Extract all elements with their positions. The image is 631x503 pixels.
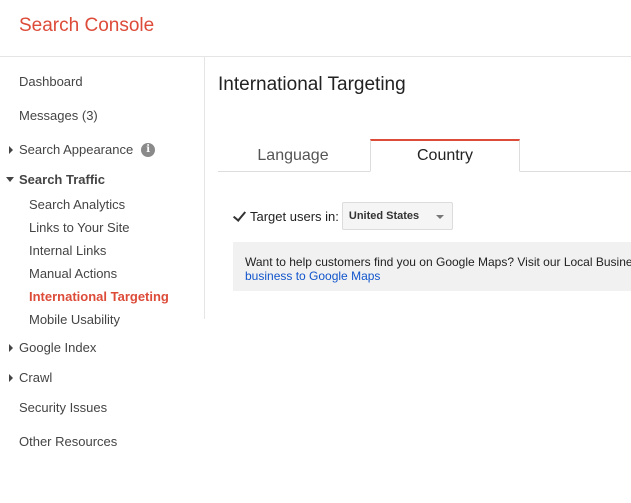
maps-notice-text: Want to help customers find you on Googl… (245, 255, 631, 269)
sidebar-item-messages[interactable]: Messages (3) (19, 108, 98, 123)
dropdown-caret-icon (435, 215, 444, 219)
sidebar-item-search-traffic[interactable]: Search Traffic (19, 172, 105, 187)
sidebar-item-label: Search Appearance (19, 142, 134, 157)
brand-title[interactable]: Search Console (19, 15, 154, 37)
app-header: Search Console (0, 0, 631, 57)
info-icon[interactable]: i (141, 142, 156, 157)
sidebar-item-other-resources[interactable]: Other Resources (19, 434, 117, 449)
country-select-value: United States (348, 210, 420, 222)
sidebar-item-internal-links[interactable]: Internal Links (29, 243, 106, 258)
sidebar-item-international-targeting[interactable]: International Targeting (29, 289, 169, 304)
expand-arrow-icon[interactable] (9, 146, 13, 154)
sidebar-item-security-issues[interactable]: Security Issues (19, 400, 107, 415)
maps-notice: Want to help customers find you on Googl… (233, 242, 631, 291)
expand-arrow-icon[interactable] (9, 374, 13, 382)
maps-notice-link[interactable]: business to Google Maps (245, 269, 380, 283)
page-title: International Targeting (218, 74, 406, 95)
sidebar-item-search-analytics[interactable]: Search Analytics (29, 197, 125, 212)
sidebar-item-dashboard[interactable]: Dashboard (19, 74, 83, 89)
tab-country[interactable]: Country (370, 139, 520, 172)
country-select[interactable]: United States (341, 202, 453, 230)
tab-language[interactable]: Language (218, 139, 368, 172)
collapse-arrow-icon[interactable] (6, 177, 14, 182)
sidebar-item-links-to-your-site[interactable]: Links to Your Site (29, 220, 129, 235)
target-users-label: Target users in: (250, 208, 339, 224)
sidebar-item-manual-actions[interactable]: Manual Actions (29, 266, 117, 281)
sidebar-item-crawl[interactable]: Crawl (19, 370, 52, 385)
target-users-row: Target users in: United States (233, 202, 453, 230)
target-users-checkbox[interactable] (233, 210, 246, 223)
sidebar-item-mobile-usability[interactable]: Mobile Usability (29, 312, 120, 327)
expand-arrow-icon[interactable] (9, 344, 13, 352)
sidebar-item-search-appearance[interactable]: Search Appearance i (19, 142, 156, 157)
sidebar-item-google-index[interactable]: Google Index (19, 340, 96, 355)
